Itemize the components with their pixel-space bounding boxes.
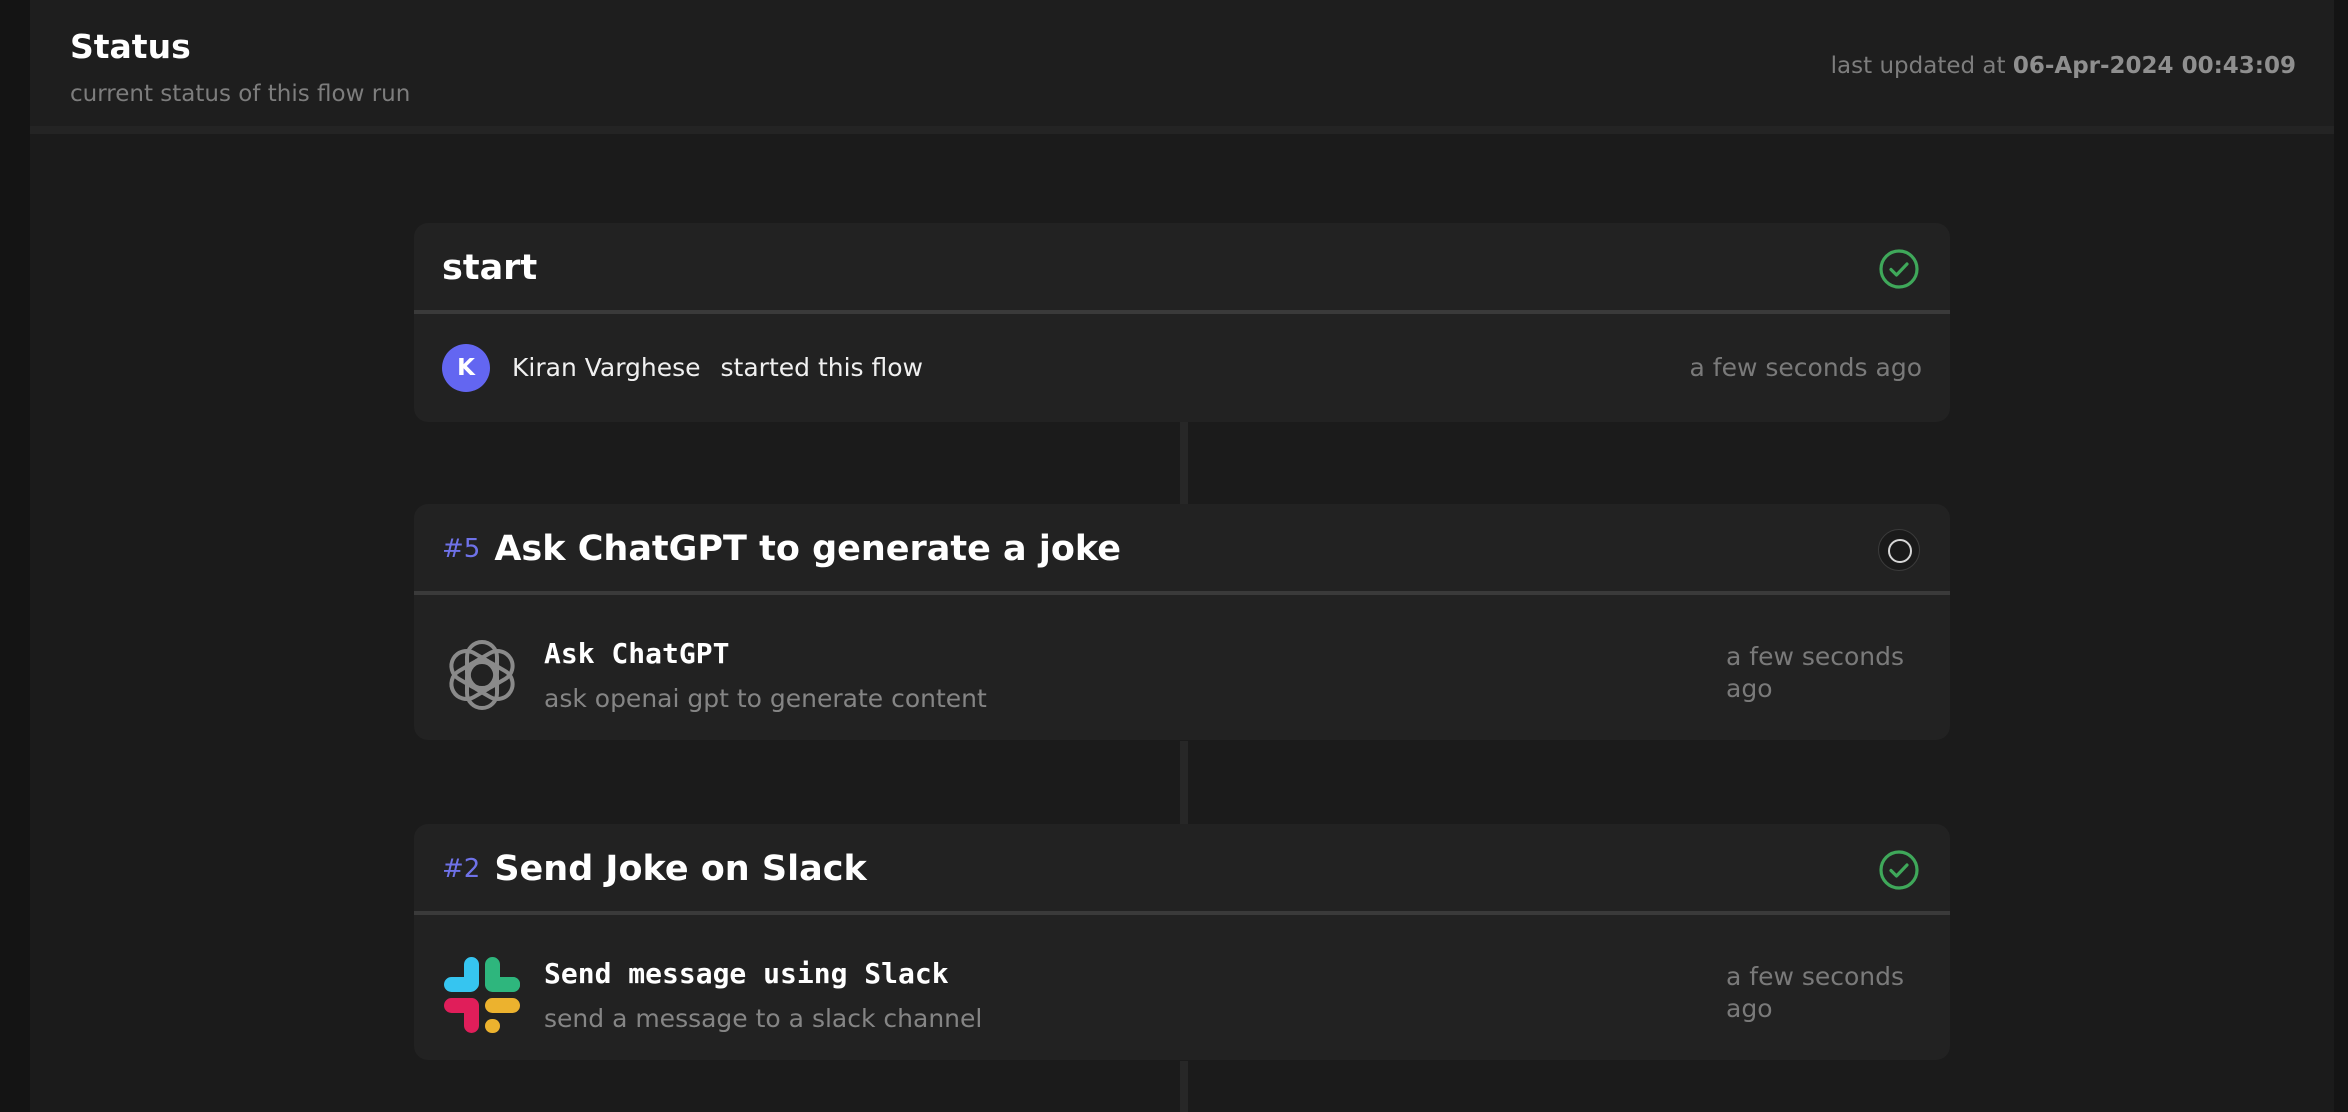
task-name: Send message using Slack <box>544 957 949 990</box>
status-header: Status current status of this flow run l… <box>30 0 2334 134</box>
flow-connector <box>1180 421 1188 504</box>
task-name: Ask ChatGPT <box>544 637 730 670</box>
start-card: start K Kiran Varghese started this flow… <box>414 223 1950 422</box>
step-card-header: #5 Ask ChatGPT to generate a joke <box>414 504 1950 595</box>
last-updated-timestamp: 06-Apr-2024 00:43:09 <box>2012 53 2296 79</box>
flow-status-panel: Status current status of this flow run l… <box>30 0 2334 1112</box>
pending-circle-icon <box>1878 529 1920 571</box>
task-row: Ask ChatGPT ask openai gpt to generate c… <box>414 595 1950 740</box>
start-title: start <box>442 248 538 288</box>
step-title-text: Ask ChatGPT to generate a joke <box>494 529 1121 569</box>
flow-connector <box>1180 1061 1188 1112</box>
page-title: Status <box>70 27 191 66</box>
last-updated: last updated at 06-Apr-2024 00:43:09 <box>1831 53 2296 79</box>
step-card-header: #2 Send Joke on Slack <box>414 824 1950 915</box>
flow-connector <box>1180 741 1188 824</box>
start-event: Kiran Varghese started this flow <box>512 314 923 422</box>
start-card-body: K Kiran Varghese started this flow a few… <box>414 314 1950 422</box>
start-timestamp: a few seconds ago <box>1689 353 1922 382</box>
task-description: send a message to a slack channel <box>544 1004 983 1033</box>
task-description: ask openai gpt to generate content <box>544 684 987 713</box>
check-circle-icon <box>1878 248 1920 290</box>
task-timestamp: a few seconds ago <box>1726 962 1905 1023</box>
page-subtitle: current status of this flow run <box>70 81 411 107</box>
step-card-ask-chatgpt: #5 Ask ChatGPT to generate a joke Ask Ch… <box>414 504 1950 740</box>
step-title: #5 Ask ChatGPT to generate a joke <box>442 504 1121 595</box>
step-title-text: Send Joke on Slack <box>494 849 867 889</box>
user-name: Kiran Varghese <box>512 353 701 382</box>
task-row: Send message using Slack send a message … <box>414 915 1950 1060</box>
step-title: #2 Send Joke on Slack <box>442 824 867 915</box>
last-updated-label: last updated at <box>1830 53 2006 79</box>
start-card-header: start <box>414 223 1950 314</box>
step-card-send-slack: #2 Send Joke on Slack Send message using… <box>414 824 1950 1060</box>
step-number: #2 <box>442 854 481 884</box>
avatar: K <box>442 344 490 392</box>
step-number: #5 <box>442 534 481 564</box>
slack-logo-icon <box>442 955 522 1035</box>
start-action: started this flow <box>720 353 923 382</box>
openai-logo-icon <box>442 635 522 715</box>
check-circle-icon <box>1878 849 1920 891</box>
task-timestamp: a few seconds ago <box>1726 642 1905 703</box>
